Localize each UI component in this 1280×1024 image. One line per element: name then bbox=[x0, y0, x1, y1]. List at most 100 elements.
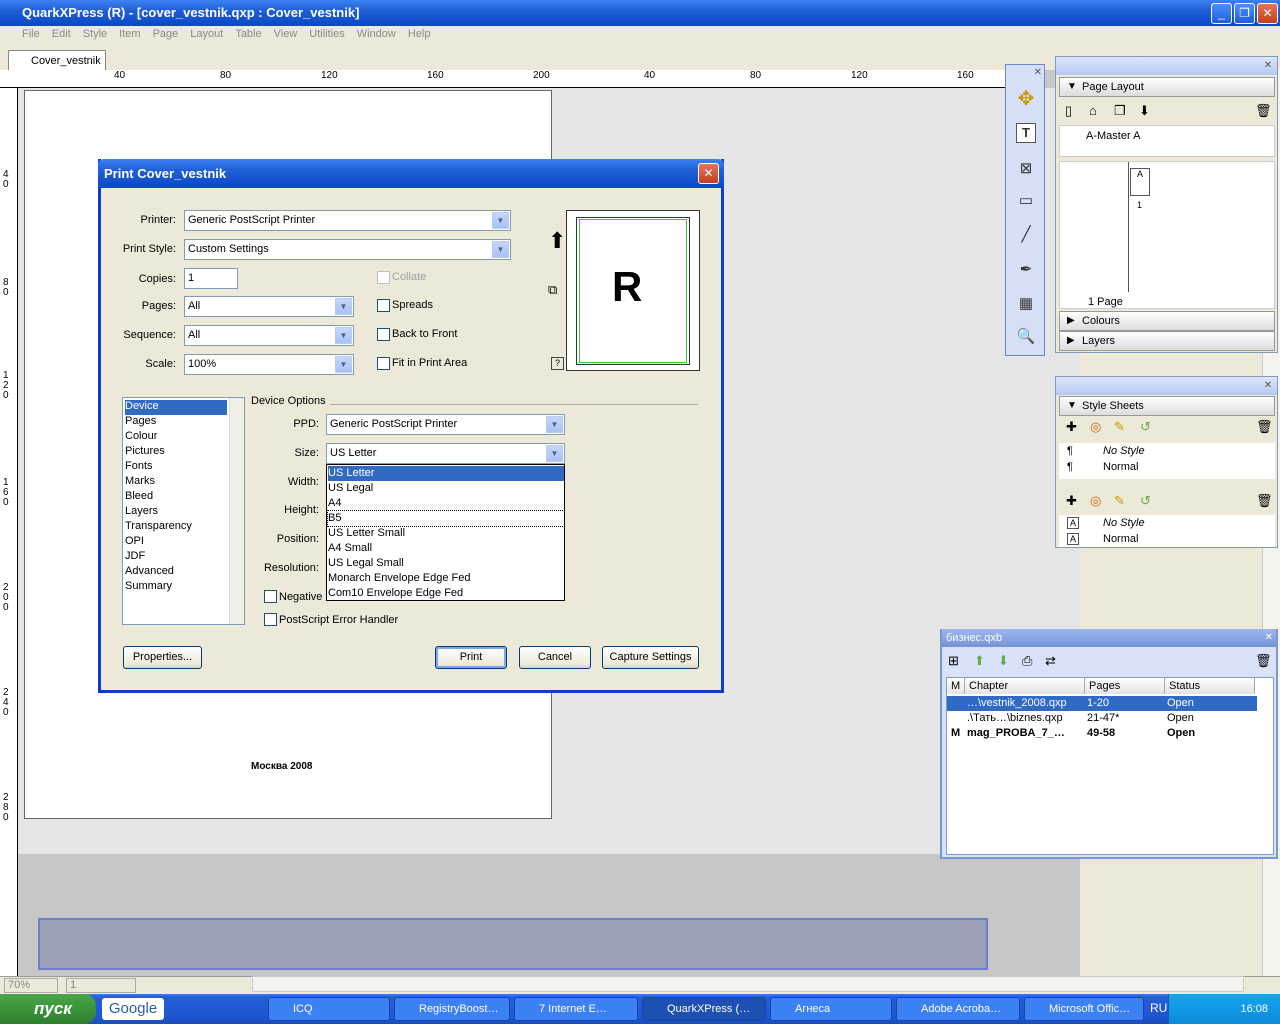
scale-select[interactable]: 100% ▼ bbox=[184, 354, 354, 375]
sequence-select[interactable]: All ▼ bbox=[184, 325, 354, 346]
size-select[interactable]: US Letter ▼ bbox=[326, 443, 565, 464]
copy-pages-icon[interactable]: ⧉ bbox=[548, 282, 557, 298]
delete-icon[interactable]: 🗑 bbox=[1256, 419, 1273, 435]
duplicate-char-style-icon[interactable]: ◎ bbox=[1090, 493, 1101, 509]
para-style-item[interactable]: Normal bbox=[1103, 461, 1138, 473]
menu-file[interactable]: File bbox=[0, 26, 46, 42]
category-summary[interactable]: Summary bbox=[125, 580, 227, 595]
update-style-icon[interactable]: ↺ bbox=[1140, 419, 1151, 435]
category-colour[interactable]: Colour bbox=[125, 430, 227, 445]
close-button[interactable]: ✕ bbox=[1257, 3, 1278, 24]
start-button[interactable]: пуск bbox=[0, 994, 96, 1024]
close-icon[interactable]: ✕ bbox=[1265, 629, 1273, 647]
category-scrollbar[interactable] bbox=[229, 398, 244, 624]
paragraph-styles-list[interactable]: ¶ No Style ¶ Normal bbox=[1059, 443, 1275, 479]
language-indicator[interactable]: RU bbox=[1150, 1001, 1167, 1015]
add-chapter-icon[interactable]: ⊞ bbox=[948, 653, 959, 669]
menu-edit[interactable]: Edit bbox=[46, 26, 77, 42]
picture-box-tool-icon[interactable]: ⊠ bbox=[1014, 157, 1038, 181]
zoom-tool-icon[interactable]: 🔍 bbox=[1014, 325, 1038, 349]
menu-style[interactable]: Style bbox=[77, 26, 113, 42]
delete-icon[interactable]: 🗑 bbox=[1255, 103, 1272, 119]
page-field[interactable]: 1 bbox=[66, 978, 136, 993]
category-marks[interactable]: Marks bbox=[125, 475, 227, 490]
ps-error-checkbox[interactable] bbox=[264, 613, 277, 626]
new-style-icon[interactable]: ✚ bbox=[1066, 419, 1077, 435]
chapter-name[interactable]: mag_PROBA_7_… bbox=[967, 726, 1065, 741]
page-layout-header[interactable]: ▼ Page Layout bbox=[1059, 77, 1275, 97]
properties-button[interactable]: Properties... bbox=[123, 646, 202, 669]
restore-button[interactable]: ❐ bbox=[1234, 3, 1255, 24]
master-pages-list[interactable]: A-Master A bbox=[1059, 125, 1275, 157]
task-registryboost[interactable]: RegistryBoost… bbox=[394, 997, 510, 1021]
rectangle-tool-icon[interactable]: ▭ bbox=[1014, 189, 1038, 213]
close-icon[interactable]: ✕ bbox=[1262, 60, 1274, 72]
duplicate-icon[interactable]: ❐ bbox=[1114, 103, 1126, 119]
category-pictures[interactable]: Pictures bbox=[125, 445, 227, 460]
menu-layout[interactable]: Layout bbox=[184, 26, 229, 42]
line-tool-icon[interactable]: ╱ bbox=[1014, 223, 1038, 247]
size-option[interactable]: B5 bbox=[327, 510, 565, 527]
bezier-pen-tool-icon[interactable]: ✒ bbox=[1014, 258, 1038, 282]
update-char-style-icon[interactable]: ↺ bbox=[1140, 493, 1151, 509]
horizontal-scrollbar[interactable] bbox=[252, 976, 1244, 992]
category-pages[interactable]: Pages bbox=[125, 415, 227, 430]
print-button[interactable]: Print bbox=[435, 646, 507, 669]
print-style-select[interactable]: Custom Settings ▼ bbox=[184, 239, 511, 260]
clock[interactable]: 16:08 bbox=[1240, 994, 1268, 1024]
task-icq[interactable]: ICQ bbox=[268, 997, 390, 1021]
master-page-item[interactable]: A-Master A bbox=[1086, 130, 1140, 142]
char-style-item[interactable]: No Style bbox=[1103, 517, 1145, 529]
col-header-status[interactable]: Status bbox=[1165, 678, 1255, 694]
edit-char-style-icon[interactable]: ✎ bbox=[1114, 493, 1125, 509]
delete-icon[interactable]: 🗑 bbox=[1256, 493, 1273, 509]
orientation-arrow-icon[interactable]: ⬆ bbox=[548, 228, 566, 254]
menu-window[interactable]: Window bbox=[351, 26, 402, 42]
size-option[interactable]: US Letter Small bbox=[328, 526, 564, 541]
pages-select[interactable]: All ▼ bbox=[184, 296, 354, 317]
category-transparency[interactable]: Transparency bbox=[125, 520, 227, 535]
size-option[interactable]: A4 Small bbox=[328, 541, 564, 556]
copies-input[interactable]: 1 bbox=[184, 268, 238, 289]
size-option[interactable]: Com10 Envelope Edge Fed bbox=[328, 586, 564, 601]
task-microsoft-office[interactable]: Microsoft Offic… bbox=[1024, 997, 1144, 1021]
size-option[interactable]: US Letter bbox=[328, 466, 564, 481]
size-option[interactable]: US Legal bbox=[328, 481, 564, 496]
chapter-name[interactable]: …\vestnik_2008.qxp bbox=[967, 696, 1067, 711]
help-icon[interactable]: ? bbox=[551, 357, 564, 370]
dialog-close-button[interactable]: ✕ bbox=[698, 163, 719, 184]
menu-page[interactable]: Page bbox=[147, 26, 185, 42]
zoom-field[interactable]: 70% bbox=[4, 978, 58, 993]
task-adobe-acrobat[interactable]: Adobe Acroba… bbox=[896, 997, 1020, 1021]
task-internet-explorer[interactable]: 7 Internet E… bbox=[514, 997, 638, 1021]
measurements-palette[interactable] bbox=[38, 918, 988, 970]
task-quarkxpress[interactable]: QuarkXPress (… bbox=[642, 997, 766, 1021]
capture-settings-button[interactable]: Capture Settings bbox=[602, 646, 699, 669]
menu-item[interactable]: Item bbox=[113, 26, 146, 42]
category-jdf[interactable]: JDF bbox=[125, 550, 227, 565]
printer-select[interactable]: Generic PostScript Printer ▼ bbox=[184, 210, 511, 231]
apply-master-icon[interactable]: ⬇ bbox=[1139, 103, 1150, 119]
category-layers[interactable]: Layers bbox=[125, 505, 227, 520]
duplicate-style-icon[interactable]: ◎ bbox=[1090, 419, 1101, 435]
document-tab[interactable]: Cover_vestnik bbox=[8, 50, 106, 70]
char-style-item[interactable]: Normal bbox=[1103, 533, 1138, 545]
text-tool-icon[interactable]: T bbox=[1016, 123, 1036, 143]
close-icon[interactable]: ✕ bbox=[1262, 380, 1274, 392]
size-option[interactable]: Monarch Envelope Edge Fed bbox=[328, 571, 564, 586]
move-up-icon[interactable]: ⬆ bbox=[974, 653, 985, 669]
para-style-item[interactable]: No Style bbox=[1103, 445, 1145, 457]
menu-view[interactable]: View bbox=[268, 26, 304, 42]
synchronize-icon[interactable]: ⇄ bbox=[1045, 653, 1056, 669]
item-tool-icon[interactable]: ✥ bbox=[1014, 87, 1038, 111]
size-option[interactable]: US Legal Small bbox=[328, 556, 564, 571]
move-down-icon[interactable]: ⬇ bbox=[998, 653, 1009, 669]
menu-utilities[interactable]: Utilities bbox=[303, 26, 350, 42]
delete-icon[interactable]: 🗑 bbox=[1255, 653, 1272, 669]
category-advanced[interactable]: Advanced bbox=[125, 565, 227, 580]
close-icon[interactable]: ✕ bbox=[1034, 67, 1042, 78]
back-to-front-checkbox[interactable] bbox=[377, 328, 390, 341]
category-list[interactable]: Device Pages Colour Pictures Fonts Marks… bbox=[122, 397, 245, 625]
minimize-button[interactable]: _ bbox=[1211, 3, 1232, 24]
print-icon[interactable]: ⎙ bbox=[1022, 653, 1032, 669]
